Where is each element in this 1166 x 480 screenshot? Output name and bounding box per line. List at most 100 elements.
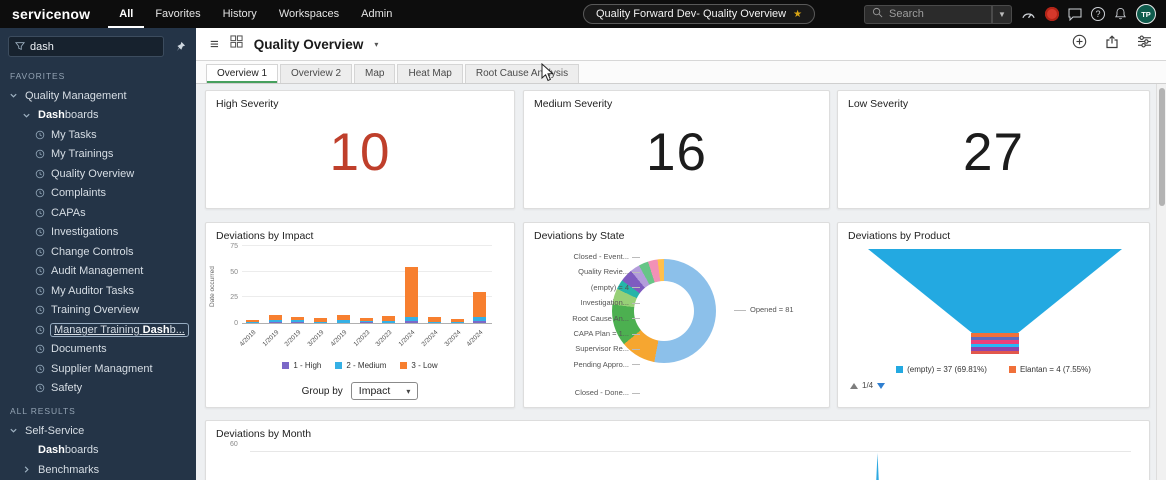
bar-1-2023[interactable] <box>360 318 373 323</box>
bar-4-2019[interactable] <box>337 315 350 323</box>
sidebar-item-safety[interactable]: Safety <box>0 379 196 399</box>
search-scope-dropdown[interactable]: ▼ <box>992 5 1012 24</box>
sidebar-item-quality-management[interactable]: Quality Management <box>0 86 196 106</box>
sidebar-item-label: Documents <box>51 343 107 355</box>
clock-icon <box>34 149 45 159</box>
bell-icon[interactable] <box>1114 7 1127 21</box>
sidebar-item-my-tasks[interactable]: My Tasks <box>0 125 196 145</box>
tab-heat-map[interactable]: Heat Map <box>397 64 462 83</box>
bar-segment-1-high[interactable] <box>473 321 486 323</box>
main-area: ≡ Quality Overview ▾ Overview 1Overview … <box>196 28 1166 480</box>
avatar[interactable]: TP <box>1136 4 1156 24</box>
sidebar-item-capas[interactable]: CAPAs <box>0 203 196 223</box>
sidebar-item-self-service[interactable]: Self-Service <box>0 421 196 441</box>
sidebar-item-training-overview[interactable]: Training Overview <box>0 301 196 321</box>
bar-segment-2-medium[interactable] <box>337 320 350 323</box>
bar-segment-2-medium[interactable] <box>451 322 464 323</box>
card-deviations-by-impact: Deviations by Impact Date occurred 02550… <box>205 222 515 408</box>
bar-segment-2-medium[interactable] <box>382 321 395 323</box>
bar-segment-2-medium[interactable] <box>246 322 259 323</box>
bar-segment-2-medium[interactable] <box>314 322 327 323</box>
chat-icon[interactable] <box>1068 8 1082 21</box>
record-status-icon[interactable] <box>1045 7 1059 21</box>
bar-segment-1-high[interactable] <box>269 322 282 323</box>
donut-slice-label: Closed - Event... <box>526 249 640 264</box>
funnel-top-segment[interactable] <box>868 249 1122 333</box>
topnav-item-admin[interactable]: Admin <box>350 0 403 28</box>
bar-3-2023[interactable] <box>382 316 395 323</box>
topnav-item-favorites[interactable]: Favorites <box>144 0 211 28</box>
sidebar-item-dashboards[interactable]: Dashboards <box>0 441 196 461</box>
page-up-icon[interactable] <box>850 383 858 389</box>
legend-item-2-medium[interactable]: 2 - Medium <box>335 361 386 370</box>
share-button[interactable] <box>1105 35 1119 54</box>
sidebar-item-quality-overview[interactable]: Quality Overview <box>0 164 196 184</box>
sidebar: FAVORITESQuality ManagementDashboardsMy … <box>0 28 196 480</box>
month-spike[interactable] <box>872 453 883 480</box>
topnav-item-workspaces[interactable]: Workspaces <box>268 0 350 28</box>
tab-overview-2[interactable]: Overview 2 <box>280 64 352 83</box>
sidebar-item-manager-training-dashb[interactable]: Manager Training Dashb... <box>0 320 196 340</box>
chevron-down-icon[interactable]: ▾ <box>374 40 378 49</box>
group-by-select[interactable]: Impact ▾ <box>351 382 419 400</box>
legend-swatch <box>1009 366 1016 373</box>
sidebar-item-my-trainings[interactable]: My Trainings <box>0 145 196 165</box>
bar-segment-3-low[interactable] <box>405 267 418 317</box>
bar-segment-1-high[interactable] <box>360 322 373 323</box>
topnav-item-history[interactable]: History <box>212 0 268 28</box>
bar-3-2019[interactable] <box>314 318 327 323</box>
clock-icon <box>34 325 45 335</box>
favorite-star-icon[interactable]: ★ <box>793 9 802 20</box>
sidebar-item-dashboards[interactable]: Dashboards <box>0 106 196 126</box>
bar-2-2019[interactable] <box>291 317 304 323</box>
help-icon[interactable]: ? <box>1091 7 1105 21</box>
scorecard-medium-severity: Medium Severity 16 <box>523 90 830 209</box>
clock-icon <box>34 383 45 393</box>
score-value-high[interactable]: 10 <box>206 122 514 183</box>
legend-item-3-low[interactable]: 3 - Low <box>400 361 437 370</box>
bar-segment-3-low[interactable] <box>473 292 486 317</box>
bar-1-2019[interactable] <box>269 315 282 323</box>
bar-segment-2-medium[interactable] <box>428 322 441 323</box>
sidebar-filter-input[interactable] <box>30 41 157 53</box>
sidebar-item-documents[interactable]: Documents <box>0 340 196 360</box>
sidebar-item-investigations[interactable]: Investigations <box>0 223 196 243</box>
bar-2-2024[interactable] <box>428 317 441 323</box>
bar-segment-1-high[interactable] <box>291 322 304 323</box>
funnel-row-segment[interactable] <box>971 351 1019 355</box>
tab-overview-1[interactable]: Overview 1 <box>206 64 278 83</box>
sidebar-item-my-auditor-tasks[interactable]: My Auditor Tasks <box>0 281 196 301</box>
grid-icon[interactable] <box>230 35 243 53</box>
bar-3-2024[interactable] <box>451 319 464 323</box>
donut-slice-label: (empty) = 4 <box>526 280 640 295</box>
legend-item-1-high[interactable]: 1 - High <box>282 361 321 370</box>
bar-4-2024[interactable] <box>473 292 486 323</box>
sidebar-item-benchmarks[interactable]: Benchmarks <box>0 460 196 480</box>
scrollbar-thumb[interactable] <box>1159 88 1165 206</box>
clock-icon <box>34 208 45 218</box>
hamburger-menu-icon[interactable]: ≡ <box>210 37 219 52</box>
gauge-icon[interactable] <box>1021 8 1036 20</box>
tab-root-cause-analysis[interactable]: Root Cause Analysis <box>465 64 579 83</box>
topnav-item-all[interactable]: All <box>108 0 144 28</box>
score-value-low[interactable]: 27 <box>838 122 1149 183</box>
dashboard-context-pill[interactable]: Quality Forward Dev- Quality Overview ★ <box>583 4 815 24</box>
bar-1-2024[interactable] <box>405 267 418 323</box>
configure-sliders-button[interactable] <box>1137 35 1152 53</box>
bar-segment-1-high[interactable] <box>405 321 418 323</box>
add-widget-button[interactable] <box>1072 34 1087 54</box>
legend-item-elantan-4-7-55[interactable]: Elantan = 4 (7.55%) <box>1009 365 1091 374</box>
servicenow-logo[interactable]: servicenow <box>0 6 108 22</box>
header-actions <box>1072 34 1152 54</box>
pin-icon[interactable] <box>172 41 188 52</box>
sidebar-item-audit-management[interactable]: Audit Management <box>0 262 196 282</box>
sidebar-item-supplier-managment[interactable]: Supplier Managment <box>0 359 196 379</box>
tab-map[interactable]: Map <box>354 64 395 83</box>
bar-4-2018[interactable] <box>246 320 259 323</box>
sidebar-item-change-controls[interactable]: Change Controls <box>0 242 196 262</box>
legend-item-empty-37-69-81[interactable]: (empty) = 37 (69.81%) <box>896 365 987 374</box>
page-down-icon[interactable] <box>877 383 885 389</box>
global-search-input[interactable]: Search <box>864 5 992 24</box>
score-value-medium[interactable]: 16 <box>524 122 829 183</box>
sidebar-item-complaints[interactable]: Complaints <box>0 184 196 204</box>
